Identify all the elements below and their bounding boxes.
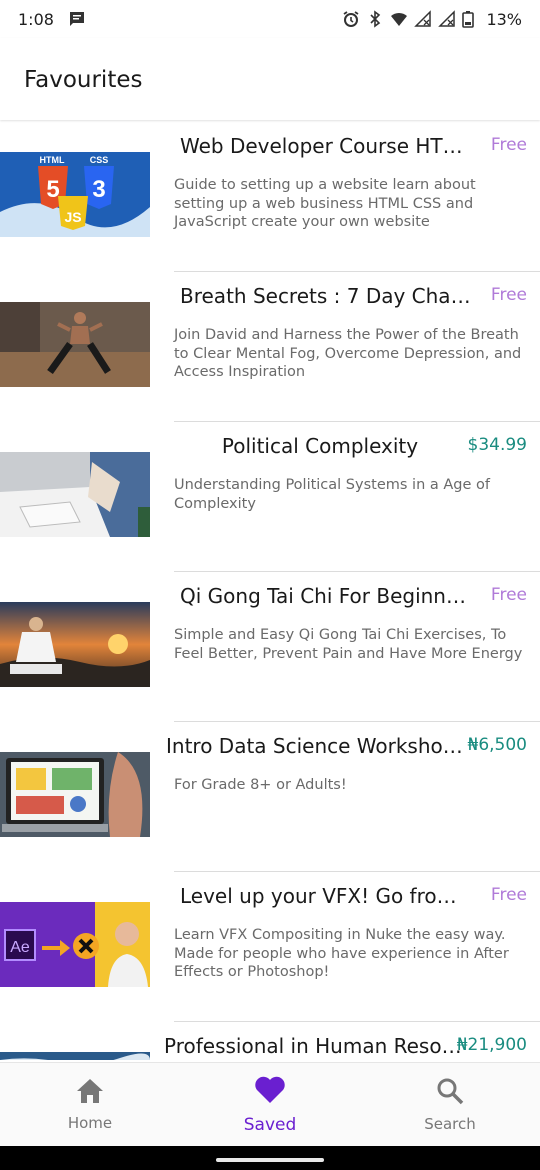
thumb-text: JS <box>64 209 81 225</box>
bottom-navigation: Home Saved Search <box>0 1062 540 1147</box>
course-item[interactable]: Ae Level up your VFX! Go from ... Free L… <box>0 872 540 1022</box>
search-icon <box>436 1077 464 1109</box>
thumb-text: 3 <box>92 176 105 203</box>
page-title: Favourites <box>24 67 143 93</box>
course-title[interactable]: Web Developer Course HTM... <box>180 134 472 158</box>
course-description: For Grade 8+ or Adults! <box>174 777 347 793</box>
course-thumbnail: Ae <box>0 902 150 987</box>
course-description: Learn VFX Compositing in Nuke the easy w… <box>174 927 509 980</box>
course-title[interactable]: Political Complexity <box>195 434 445 458</box>
course-description: Simple and Easy Qi Gong Tai Chi Exercise… <box>174 627 523 662</box>
course-price: $34.99 <box>467 435 527 455</box>
course-description: Understanding Political Systems in a Age… <box>174 477 490 512</box>
course-thumbnail <box>0 1052 150 1060</box>
nav-search-label: Search <box>424 1115 476 1133</box>
nav-home[interactable]: Home <box>0 1063 180 1147</box>
alarm-icon <box>342 10 360 28</box>
signal-icon <box>414 10 432 28</box>
course-price: ₦6,500 <box>467 735 527 755</box>
course-title[interactable]: Level up your VFX! Go from ... <box>180 884 472 908</box>
thumb-text: Ae <box>10 939 30 956</box>
course-item[interactable]: Political Complexity $34.99 Understandin… <box>0 422 540 572</box>
course-thumbnail <box>0 602 150 687</box>
battery-percent: 13% <box>486 9 522 29</box>
battery-icon <box>462 10 480 28</box>
thumb-text: 5 <box>46 176 59 203</box>
course-title[interactable]: Qi Gong Tai Chi For Beginner... <box>180 584 472 608</box>
heart-icon <box>254 1076 286 1109</box>
nav-saved-label: Saved <box>243 1114 297 1135</box>
course-price: Free <box>490 135 527 155</box>
course-thumbnail: 5 3 JS HTML CSS <box>0 152 150 237</box>
course-price: Free <box>490 585 527 605</box>
nav-search[interactable]: Search <box>360 1063 540 1147</box>
course-price: ₦21,900 <box>456 1035 527 1055</box>
course-item[interactable]: Qi Gong Tai Chi For Beginner... Free Sim… <box>0 572 540 722</box>
message-icon <box>68 10 86 28</box>
course-title[interactable]: Intro Data Science Workshop... <box>166 734 466 758</box>
thumb-text: CSS <box>90 155 109 165</box>
course-item[interactable]: Breath Secrets : 7 Day Challe... Free Jo… <box>0 272 540 422</box>
favourites-list[interactable]: 5 3 JS HTML CSS Web Developer Course HTM… <box>0 122 540 1060</box>
app-bar: Favourites <box>0 38 540 120</box>
nav-home-label: Home <box>67 1114 113 1132</box>
bluetooth-icon <box>366 10 384 28</box>
course-thumbnail <box>0 302 150 387</box>
nav-saved[interactable]: Saved <box>180 1063 360 1147</box>
status-time: 1:08 <box>18 9 54 29</box>
course-title[interactable]: Professional in Human Resou... <box>164 1034 464 1058</box>
course-item[interactable]: 5 3 JS HTML CSS Web Developer Course HTM… <box>0 122 540 272</box>
home-indicator[interactable] <box>216 1158 324 1162</box>
course-price: Free <box>490 885 527 905</box>
course-item[interactable]: Intro Data Science Workshop... ₦6,500 Fo… <box>0 722 540 872</box>
status-bar: 1:08 13% <box>0 0 540 38</box>
signal-icon-2 <box>438 10 456 28</box>
course-thumbnail <box>0 752 150 837</box>
course-price: Free <box>490 285 527 305</box>
course-thumbnail <box>0 452 150 537</box>
home-icon <box>76 1078 104 1108</box>
thumb-text: HTML <box>40 155 65 165</box>
course-item[interactable]: Professional in Human Resou... ₦21,900 <box>0 1022 540 1060</box>
wifi-icon <box>390 10 408 28</box>
course-description: Join David and Harness the Power of the … <box>174 327 522 380</box>
course-description: Guide to setting up a website learn abou… <box>174 177 476 230</box>
course-title[interactable]: Breath Secrets : 7 Day Challe... <box>180 284 472 308</box>
